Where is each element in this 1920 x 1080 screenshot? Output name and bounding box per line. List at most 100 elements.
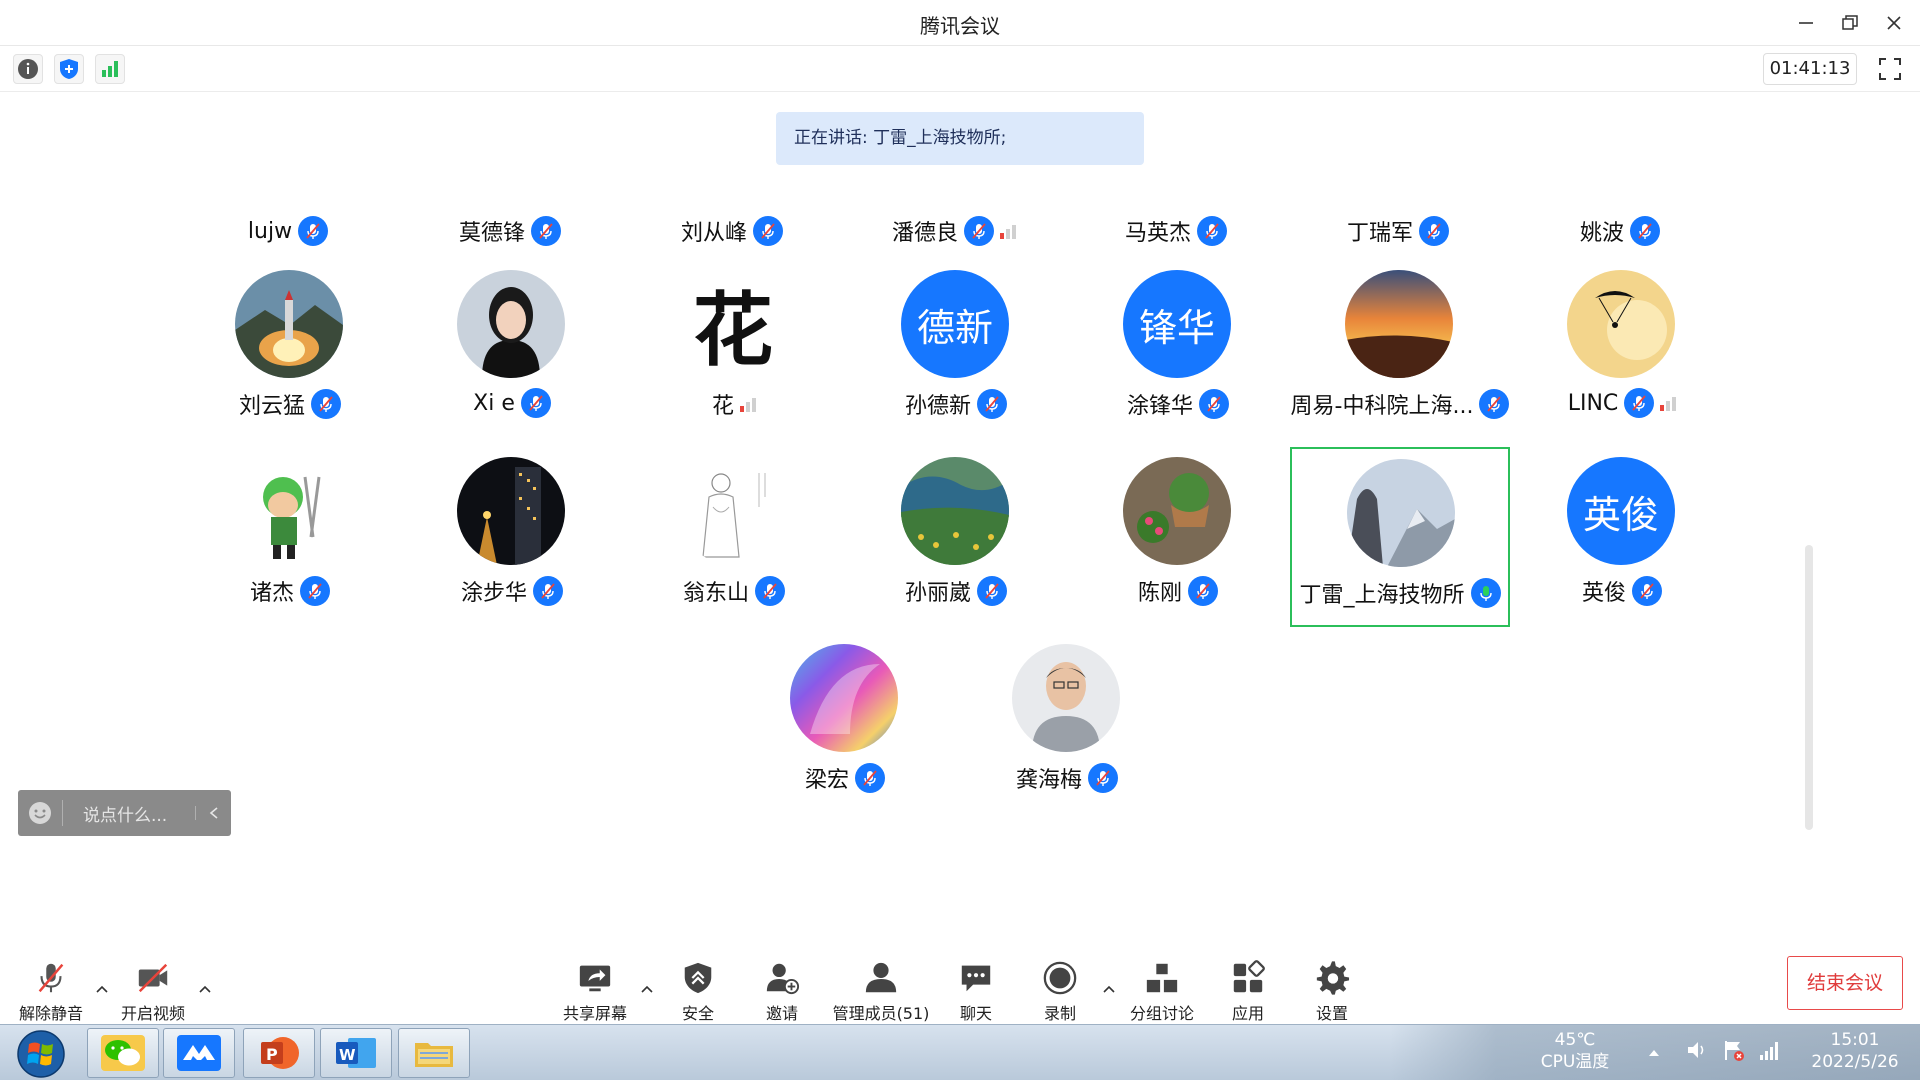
chevron-up-icon (1103, 985, 1115, 993)
show-hidden-icons-button[interactable] (1647, 1043, 1661, 1062)
participant-tile[interactable]: 花花 (624, 260, 844, 440)
unmute-button[interactable]: 解除静音 (14, 948, 88, 1024)
meeting-info-toolbar: 01:41:13 (0, 46, 1920, 92)
title-bar: 腾讯会议 (0, 0, 1920, 46)
participant-name-row[interactable]: 莫德锋 (400, 211, 620, 251)
network-button[interactable] (1758, 1039, 1782, 1065)
close-button[interactable] (1874, 6, 1914, 40)
participant-tile[interactable]: 诸杰 (180, 447, 400, 627)
participant-name: 花 (711, 394, 734, 419)
participant-name-row[interactable]: lujw (178, 211, 398, 251)
mic-muted-icon (1624, 388, 1655, 418)
chevron-up-icon (199, 985, 211, 993)
restore-button[interactable] (1830, 6, 1870, 40)
end-meeting-button[interactable]: 结束会议 (1787, 956, 1903, 1010)
wechat-taskbar-item[interactable] (87, 1028, 159, 1078)
chevron-up-icon (96, 985, 108, 993)
windows-start-icon (17, 1030, 65, 1078)
windows-taskbar: P W 45℃ CPU温度 15:01 2022/5/26 (0, 1024, 1920, 1080)
participant-tile[interactable]: 英俊 英俊 (1512, 447, 1732, 627)
participant-name-row[interactable]: 马英杰 (1066, 211, 1286, 251)
invite-button[interactable]: 邀请 (752, 948, 812, 1024)
emoji-button[interactable] (18, 801, 62, 825)
avatar: 英俊 (1567, 457, 1675, 565)
participant-name: 刘云猛 (238, 394, 305, 419)
participant-name-row[interactable]: 刘从峰 (622, 211, 842, 251)
mic-muted-icon (1188, 576, 1218, 606)
avatar (1347, 459, 1455, 567)
participant-name-row: 陈刚 (1068, 575, 1288, 607)
grid-scrollbar[interactable] (1805, 545, 1813, 830)
avatar (790, 644, 898, 752)
participant-name-row[interactable]: 潘德良 (844, 211, 1064, 251)
weak-signal-icon (740, 396, 756, 412)
participant-name: 梁宏 (804, 768, 849, 793)
security-shield-icon (684, 962, 712, 994)
minimize-icon (1799, 22, 1813, 24)
participant-tile[interactable]: 锋华 涂锋华 (1068, 260, 1288, 440)
network-status-button[interactable] (95, 54, 125, 84)
settings-button[interactable]: 设置 (1302, 948, 1362, 1024)
start-button[interactable] (8, 1029, 74, 1079)
participant-tile[interactable]: Xi e (402, 260, 622, 440)
participant-name-row[interactable]: 丁瑞军 (1288, 211, 1508, 251)
chat-button[interactable]: 聊天 (946, 948, 1006, 1024)
powerpoint-icon: P (261, 1037, 299, 1069)
apps-button[interactable]: 应用 (1218, 948, 1278, 1024)
clock[interactable]: 15:01 2022/5/26 (1800, 1029, 1910, 1073)
participant-tile[interactable]: 孙丽崴 (846, 447, 1066, 627)
manage-members-button[interactable]: 管理成员(51) (826, 948, 936, 1024)
file-explorer-taskbar-item[interactable] (398, 1028, 470, 1078)
mic-muted-icon (311, 389, 341, 419)
participant-tile[interactable]: 翁东山 (624, 447, 844, 627)
start-video-button[interactable]: 开启视频 (116, 948, 190, 1024)
avatar (1345, 270, 1453, 378)
chat-input-placeholder[interactable]: 说点什么... (63, 801, 195, 826)
minimize-button[interactable] (1786, 6, 1826, 40)
record-options-button[interactable] (1100, 980, 1118, 998)
participant-name-row[interactable]: 姚波 (1510, 211, 1730, 251)
tencent-meeting-icon (177, 1035, 221, 1071)
participant-name: 孙丽崴 (904, 581, 971, 606)
security-button[interactable]: 安全 (668, 948, 728, 1024)
mic-muted-icon (1632, 576, 1662, 606)
participant-tile[interactable]: 周易-中科院上海... (1290, 260, 1510, 440)
collapse-chat-button[interactable] (195, 806, 231, 820)
participant-tile[interactable]: 丁雷_上海技物所 (1290, 447, 1510, 627)
meeting-info-button[interactable] (13, 54, 43, 84)
weak-signal-icon (1660, 395, 1677, 411)
breakout-rooms-button[interactable]: 分组讨论 (1122, 948, 1202, 1024)
record-button[interactable]: 录制 (1030, 948, 1090, 1024)
mic-muted-icon (1479, 389, 1510, 419)
quick-chat-box[interactable]: 说点什么... (18, 790, 231, 836)
word-taskbar-item[interactable]: W (320, 1028, 392, 1078)
participant-name-row: 涂步华 (402, 575, 622, 607)
powerpoint-taskbar-item[interactable]: P (243, 1028, 315, 1078)
audio-options-button[interactable] (93, 980, 111, 998)
system-tray: 45℃ CPU温度 15:01 2022/5/26 (1390, 1025, 1920, 1080)
participant-tile[interactable]: 龚海梅 (957, 634, 1177, 814)
video-options-button[interactable] (196, 980, 214, 998)
share-options-button[interactable] (638, 980, 656, 998)
volume-button[interactable] (1685, 1038, 1709, 1066)
mic-muted-icon (520, 388, 551, 418)
participant-tile[interactable]: 梁宏 (735, 634, 955, 814)
participant-tile[interactable]: LINC (1512, 260, 1732, 440)
security-status-button[interactable] (54, 54, 84, 84)
mic-muted-icon (1419, 216, 1449, 246)
info-icon (18, 59, 38, 79)
mic-muted-icon (755, 576, 785, 606)
tencent-meeting-taskbar-item[interactable] (163, 1028, 235, 1078)
participant-tile[interactable]: 刘云猛 (180, 260, 400, 440)
share-screen-button[interactable]: 共享屏幕 (555, 948, 635, 1024)
participant-tile[interactable]: 德新 孙德新 (846, 260, 1066, 440)
participant-name: 涂锋华 (1126, 394, 1193, 419)
fullscreen-button[interactable] (1874, 53, 1906, 85)
participant-tile[interactable]: 陈刚 (1068, 447, 1288, 627)
participant-tile[interactable]: 涂步华 (402, 447, 622, 627)
participant-name-row: Xi e (402, 388, 622, 418)
mic-muted-icon (533, 576, 563, 606)
action-center-button[interactable] (1722, 1038, 1746, 1066)
avatar (457, 457, 565, 565)
avatar (235, 457, 343, 565)
